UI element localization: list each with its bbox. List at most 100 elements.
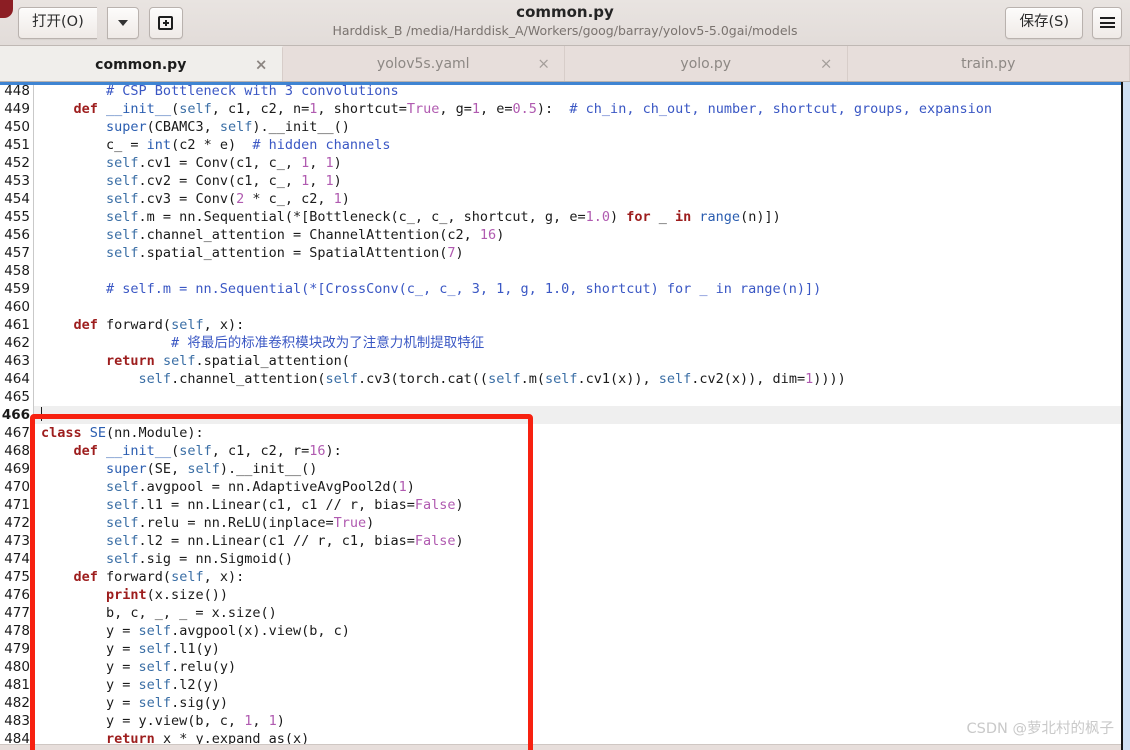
code-line[interactable]: self.l2 = nn.Linear(c1 // r, c1, bias=Fa…: [41, 532, 1130, 550]
code-line[interactable]: self.channel_attention = ChannelAttentio…: [41, 226, 1130, 244]
code-token: [41, 461, 106, 477]
code-token: .avgpool = nn.AdaptiveAvgPool2d(: [139, 479, 399, 495]
close-icon[interactable]: ×: [537, 56, 550, 71]
code-line[interactable]: [41, 388, 1130, 406]
tab-common-py[interactable]: common.py×: [0, 46, 283, 81]
code-line[interactable]: self.cv3 = Conv(2 * c_, c2, 1): [41, 190, 1130, 208]
code-token: # self.m = nn.Sequential(*[CrossConv(c_,…: [41, 281, 821, 297]
code-token: 16: [480, 227, 496, 243]
code-token: self: [139, 677, 172, 693]
tab-train-py[interactable]: train.py: [848, 46, 1130, 81]
code-line[interactable]: def forward(self, x):: [41, 316, 1130, 334]
line-number: 459: [0, 280, 30, 298]
code-token: (SE,: [147, 461, 188, 477]
hamburger-menu-icon: [1100, 17, 1115, 28]
code-line[interactable]: self.cv2 = Conv(c1, c_, 1, 1): [41, 172, 1130, 190]
code-line[interactable]: return self.spatial_attention(: [41, 352, 1130, 370]
open-button[interactable]: 打开(O): [18, 7, 97, 39]
code-line[interactable]: def __init__(self, c1, c2, r=16):: [41, 442, 1130, 460]
line-number: 462: [0, 334, 30, 352]
line-number: 471: [0, 496, 30, 514]
code-line[interactable]: b, c, _, _ = x.size(): [41, 604, 1130, 622]
code-token: .cv1 = Conv(c1, c_,: [139, 155, 302, 171]
code-line[interactable]: self.spatial_attention = SpatialAttentio…: [41, 244, 1130, 262]
code-line[interactable]: c_ = int(c2 * e) # hidden channels: [41, 136, 1130, 154]
code-token: (n)]): [740, 209, 781, 225]
code-token: def: [74, 443, 98, 459]
code-token: y =: [41, 623, 139, 639]
code-token: self: [106, 497, 139, 513]
code-line[interactable]: y = self.relu(y): [41, 658, 1130, 676]
code-token: [41, 569, 74, 585]
new-document-button[interactable]: [149, 7, 183, 39]
code-token: [41, 245, 106, 261]
code-line[interactable]: self.m = nn.Sequential(*[Bottleneck(c_, …: [41, 208, 1130, 226]
code-line[interactable]: self.l1 = nn.Linear(c1, c1 // r, bias=Fa…: [41, 496, 1130, 514]
code-line[interactable]: def forward(self, x):: [41, 568, 1130, 586]
code-token: .m = nn.Sequential(*[Bottleneck(c_, c_, …: [139, 209, 586, 225]
code-token: ):: [326, 443, 342, 459]
code-line[interactable]: y = self.l1(y): [41, 640, 1130, 658]
line-number: 450: [0, 118, 30, 136]
code-line[interactable]: [41, 262, 1130, 280]
code-line[interactable]: super(CBAMC3, self).__init__(): [41, 118, 1130, 136]
code-token: (x.size()): [147, 587, 228, 603]
save-button[interactable]: 保存(S): [1005, 7, 1083, 39]
code-line[interactable]: self.relu = nn.ReLU(inplace=True): [41, 514, 1130, 532]
line-number: 454: [0, 190, 30, 208]
code-line[interactable]: y = self.sig(y): [41, 694, 1130, 712]
code-token: self: [106, 209, 139, 225]
code-token: .relu(y): [171, 659, 236, 675]
code-token: .cv3 = Conv(: [139, 191, 237, 207]
code-token: forward(: [98, 569, 171, 585]
code-token: ).__init__(): [220, 461, 318, 477]
code-token: self: [139, 659, 172, 675]
open-dropdown-button[interactable]: [107, 7, 139, 39]
code-line[interactable]: def __init__(self, c1, c2, n=1, shortcut…: [41, 100, 1130, 118]
code-editor[interactable]: 4484494504514524534544554564574584594604…: [0, 82, 1130, 750]
tab-yolov5s-yaml[interactable]: yolov5s.yaml×: [283, 46, 566, 81]
tab-yolo-py[interactable]: yolo.py×: [565, 46, 848, 81]
code-token: ,: [252, 713, 268, 729]
code-line[interactable]: [41, 298, 1130, 316]
code-token: , c1, c2, r=: [212, 443, 310, 459]
code-token: self: [106, 533, 139, 549]
code-line[interactable]: y = self.avgpool(x).view(b, c): [41, 622, 1130, 640]
code-line[interactable]: self.channel_attention(self.cv3(torch.ca…: [41, 370, 1130, 388]
code-token: # ch_in, ch_out, number, shortcut, group…: [569, 101, 992, 117]
code-token: y =: [41, 677, 139, 693]
code-token: [41, 317, 74, 333]
window-corner-decoration: [0, 0, 13, 18]
code-line[interactable]: [34, 406, 1130, 424]
code-token: [41, 371, 139, 387]
code-line[interactable]: super(SE, self).__init__(): [41, 460, 1130, 478]
code-line[interactable]: # self.m = nn.Sequential(*[CrossConv(c_,…: [41, 280, 1130, 298]
code-token: , c1, c2, n=: [212, 101, 310, 117]
code-token: self: [187, 461, 220, 477]
code-token: self: [220, 119, 253, 135]
code-token: return: [106, 353, 155, 369]
code-token: y =: [41, 695, 139, 711]
code-token: self: [139, 623, 172, 639]
close-icon[interactable]: ×: [255, 57, 268, 72]
code-line[interactable]: y = self.l2(y): [41, 676, 1130, 694]
code-content-area[interactable]: # CSP Bottleneck with 3 convolutions def…: [34, 82, 1130, 750]
code-token: .avgpool(x).view(b, c): [171, 623, 350, 639]
code-token: 16: [309, 443, 325, 459]
code-line[interactable]: class SE(nn.Module):: [41, 424, 1130, 442]
close-icon[interactable]: ×: [820, 56, 833, 71]
code-line[interactable]: # 将最后的标准卷积模块改为了注意力机制提取特征: [41, 334, 1130, 352]
code-token: 1: [805, 371, 813, 387]
code-line[interactable]: self.avgpool = nn.AdaptiveAvgPool2d(1): [41, 478, 1130, 496]
code-line[interactable]: self.cv1 = Conv(c1, c_, 1, 1): [41, 154, 1130, 172]
line-number: 470: [0, 478, 30, 496]
code-token: self: [106, 173, 139, 189]
code-token: [41, 209, 106, 225]
code-token: ): [456, 245, 464, 261]
code-token: for: [626, 209, 650, 225]
code-token: (: [171, 101, 179, 117]
code-line[interactable]: print(x.size()): [41, 586, 1130, 604]
main-menu-button[interactable]: [1092, 7, 1122, 39]
code-line[interactable]: self.sig = nn.Sigmoid(): [41, 550, 1130, 568]
code-token: 2: [236, 191, 244, 207]
